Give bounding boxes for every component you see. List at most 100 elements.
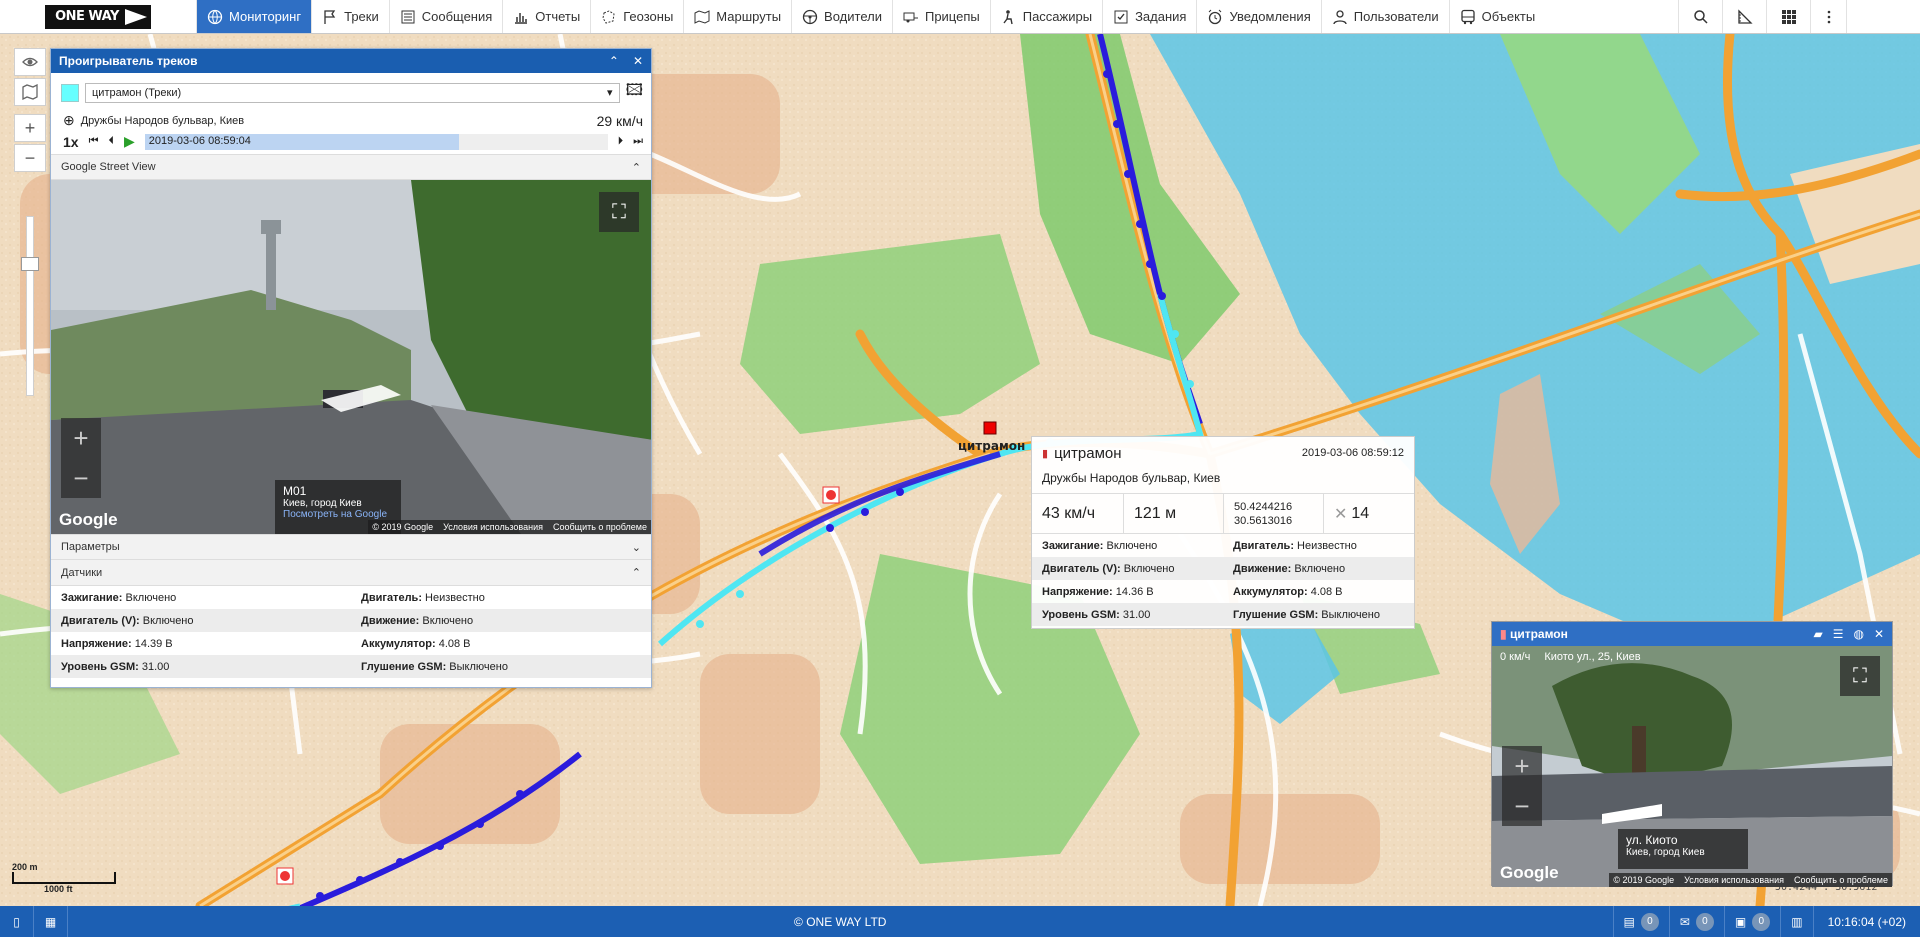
nav-item-label: Задания bbox=[1135, 9, 1187, 24]
image-icon[interactable]: 🖾 bbox=[626, 79, 643, 106]
more-menu-button[interactable] bbox=[1810, 0, 1846, 33]
streetview-zoom-in-button[interactable]: + bbox=[73, 423, 88, 454]
streetview-section-title: Google Street View bbox=[61, 161, 156, 173]
video-icon[interactable]: ▰ bbox=[1813, 627, 1822, 641]
unit-streetview-terms-link[interactable]: Условия использования bbox=[1684, 875, 1784, 885]
user-area[interactable] bbox=[1846, 0, 1920, 33]
globe-icon[interactable]: ◍ bbox=[1853, 627, 1863, 641]
play-icon[interactable]: ▶ bbox=[124, 133, 135, 150]
unit-streetview-road: ул. Киото bbox=[1626, 833, 1678, 847]
street-view[interactable]: ⛶ + − M01 Киев, город Киев Посмотреть на… bbox=[51, 180, 651, 534]
sensor-cell: Движение: Включено bbox=[1223, 557, 1414, 580]
top-bar: ONE WAY Мониторинг Треки Сообщения Отчеты Ге… bbox=[0, 0, 1920, 34]
crosshair-icon[interactable]: ⊕ bbox=[63, 112, 75, 129]
nav-item-route[interactable]: Маршруты bbox=[683, 0, 791, 33]
photos-counter[interactable]: ▣ 0 bbox=[1723, 906, 1780, 937]
params-section-header[interactable]: Параметры ⌄ bbox=[51, 534, 651, 560]
map-source-button[interactable] bbox=[14, 78, 46, 106]
apps-grid-button[interactable]: ▦ bbox=[34, 906, 68, 937]
sensors-section-header[interactable]: Датчики ⌃ bbox=[51, 560, 651, 586]
messages-counter[interactable]: ✉ 0 bbox=[1668, 906, 1724, 937]
nav-item-globe[interactable]: Мониторинг bbox=[196, 0, 312, 33]
list-icon[interactable]: ☰ bbox=[1833, 627, 1844, 641]
sensor-name: Двигатель: bbox=[361, 591, 422, 604]
collapse-icon[interactable]: ⌃ bbox=[609, 54, 619, 68]
step-back-icon[interactable]: ⏴ bbox=[108, 135, 114, 148]
track-player-header[interactable]: Проигрыватель треков ⌃ ✕ bbox=[51, 49, 651, 73]
notifications-counter[interactable]: ▤ 0 bbox=[1612, 906, 1669, 937]
map-unit-label[interactable]: цитрамон bbox=[958, 439, 1025, 453]
unit-streetview-zoom-out-button[interactable]: − bbox=[1514, 791, 1529, 822]
zoom-out-button[interactable]: − bbox=[14, 144, 46, 172]
nav-item-passenger[interactable]: Пассажиры bbox=[989, 0, 1102, 33]
event-marker[interactable] bbox=[822, 486, 840, 504]
task-icon bbox=[1114, 10, 1128, 23]
toggle-panel-button[interactable]: ▯ bbox=[0, 906, 34, 937]
close-icon[interactable]: ✕ bbox=[633, 54, 643, 68]
streetview-road: M01 bbox=[283, 484, 307, 498]
ruler-button[interactable] bbox=[1722, 0, 1766, 33]
streetview-zoom-control[interactable]: + − bbox=[61, 418, 101, 498]
sensor-value: 31.00 bbox=[138, 660, 170, 673]
rewind-start-icon[interactable]: ⏮ bbox=[89, 135, 99, 148]
sensor-name: Напряжение: bbox=[61, 637, 132, 650]
unit-streetview-zoom-control[interactable]: + − bbox=[1502, 746, 1542, 826]
logo[interactable]: ONE WAY bbox=[0, 0, 196, 33]
nav-item-geofence[interactable]: Геозоны bbox=[590, 0, 683, 33]
nav-item-label: Пассажиры bbox=[1022, 9, 1093, 24]
nav-item-task[interactable]: Задания bbox=[1102, 0, 1196, 33]
streetview-report-link[interactable]: Сообщить о проблеме bbox=[553, 522, 647, 532]
timeline-slider[interactable]: 2019-03-06 08:59:04 bbox=[144, 133, 608, 150]
streetview-terms-link[interactable]: Условия использования bbox=[443, 522, 543, 532]
sensor-value: Включено bbox=[1291, 562, 1346, 575]
unit-streetview-zoom-in-button[interactable]: + bbox=[1514, 751, 1529, 782]
footer-copyright: © ONE WAY LTD bbox=[794, 914, 887, 929]
nav-item-list[interactable]: Сообщения bbox=[388, 0, 503, 33]
unit-window-header[interactable]: ▮ цитрамон ▰ ☰ ◍ ✕ bbox=[1492, 622, 1892, 646]
sensor-value: Включено bbox=[139, 614, 194, 627]
zoom-in-button[interactable]: + bbox=[14, 114, 46, 142]
nav-item-bus[interactable]: Объекты bbox=[1448, 0, 1546, 33]
unit-window-title: цитрамон bbox=[1509, 627, 1568, 641]
logo-text: ONE WAY bbox=[45, 4, 151, 29]
nav-item-user[interactable]: Пользователи bbox=[1320, 0, 1449, 33]
track-color-swatch[interactable] bbox=[61, 83, 79, 102]
nav-item-label: Водители bbox=[824, 9, 882, 24]
alarm-icon bbox=[1209, 9, 1222, 24]
zoom-slider-handle[interactable] bbox=[21, 257, 39, 271]
track-select[interactable]: цитрамон (Треки) ▾ bbox=[85, 82, 620, 103]
notifications-count: 0 bbox=[1640, 912, 1659, 931]
nav-item-trailer[interactable]: Прицепы bbox=[891, 0, 990, 33]
sensor-name: Двигатель (V): bbox=[61, 614, 140, 627]
close-icon[interactable]: ✕ bbox=[1874, 627, 1884, 641]
notification-icon: ▤ bbox=[1623, 914, 1635, 929]
trailer-icon bbox=[903, 12, 918, 22]
nav-item-flag[interactable]: Треки bbox=[311, 0, 389, 33]
streetview-zoom-out-button[interactable]: − bbox=[73, 463, 88, 494]
nav-item-report[interactable]: Отчеты bbox=[502, 0, 590, 33]
step-forward-icon[interactable]: ⏵ bbox=[618, 135, 624, 148]
route-icon bbox=[694, 9, 710, 24]
streetview-fullscreen-button[interactable]: ⛶ bbox=[599, 192, 639, 232]
event-marker[interactable] bbox=[276, 867, 294, 885]
streetview-google-link[interactable]: Посмотреть на Google bbox=[283, 509, 393, 520]
unit-icon: ▮ bbox=[1500, 627, 1507, 641]
sensor-value: 14.39 В bbox=[131, 637, 173, 650]
nav-item-alarm[interactable]: Уведомления bbox=[1196, 0, 1320, 33]
forward-end-icon[interactable]: ⏭ bbox=[633, 135, 643, 148]
layout-button[interactable]: ▥ bbox=[1780, 906, 1812, 937]
apps-button[interactable] bbox=[1766, 0, 1810, 33]
speed-multiplier[interactable]: 1x bbox=[63, 134, 79, 150]
player-address: Дружбы Народов бульвар, Киев bbox=[80, 114, 245, 127]
unit-streetview-report-link[interactable]: Сообщить о проблеме bbox=[1794, 875, 1888, 885]
chevron-up-icon: ⌃ bbox=[631, 567, 641, 579]
layers-visibility-button[interactable] bbox=[14, 48, 46, 76]
zoom-slider[interactable] bbox=[21, 216, 39, 396]
sensor-value: 4.08 В bbox=[435, 637, 471, 650]
streetview-section-header[interactable]: Google Street View ⌃ bbox=[51, 154, 651, 180]
google-logo: Google bbox=[1500, 863, 1559, 882]
search-button[interactable] bbox=[1678, 0, 1722, 33]
nav-item-steering-wheel[interactable]: Водители bbox=[791, 0, 892, 33]
unit-street-view[interactable]: ⛶ + − ул. Киото Киев, город Киев Google … bbox=[1492, 646, 1892, 887]
main-nav: Мониторинг Треки Сообщения Отчеты Геозоны Мар… bbox=[196, 0, 1545, 33]
